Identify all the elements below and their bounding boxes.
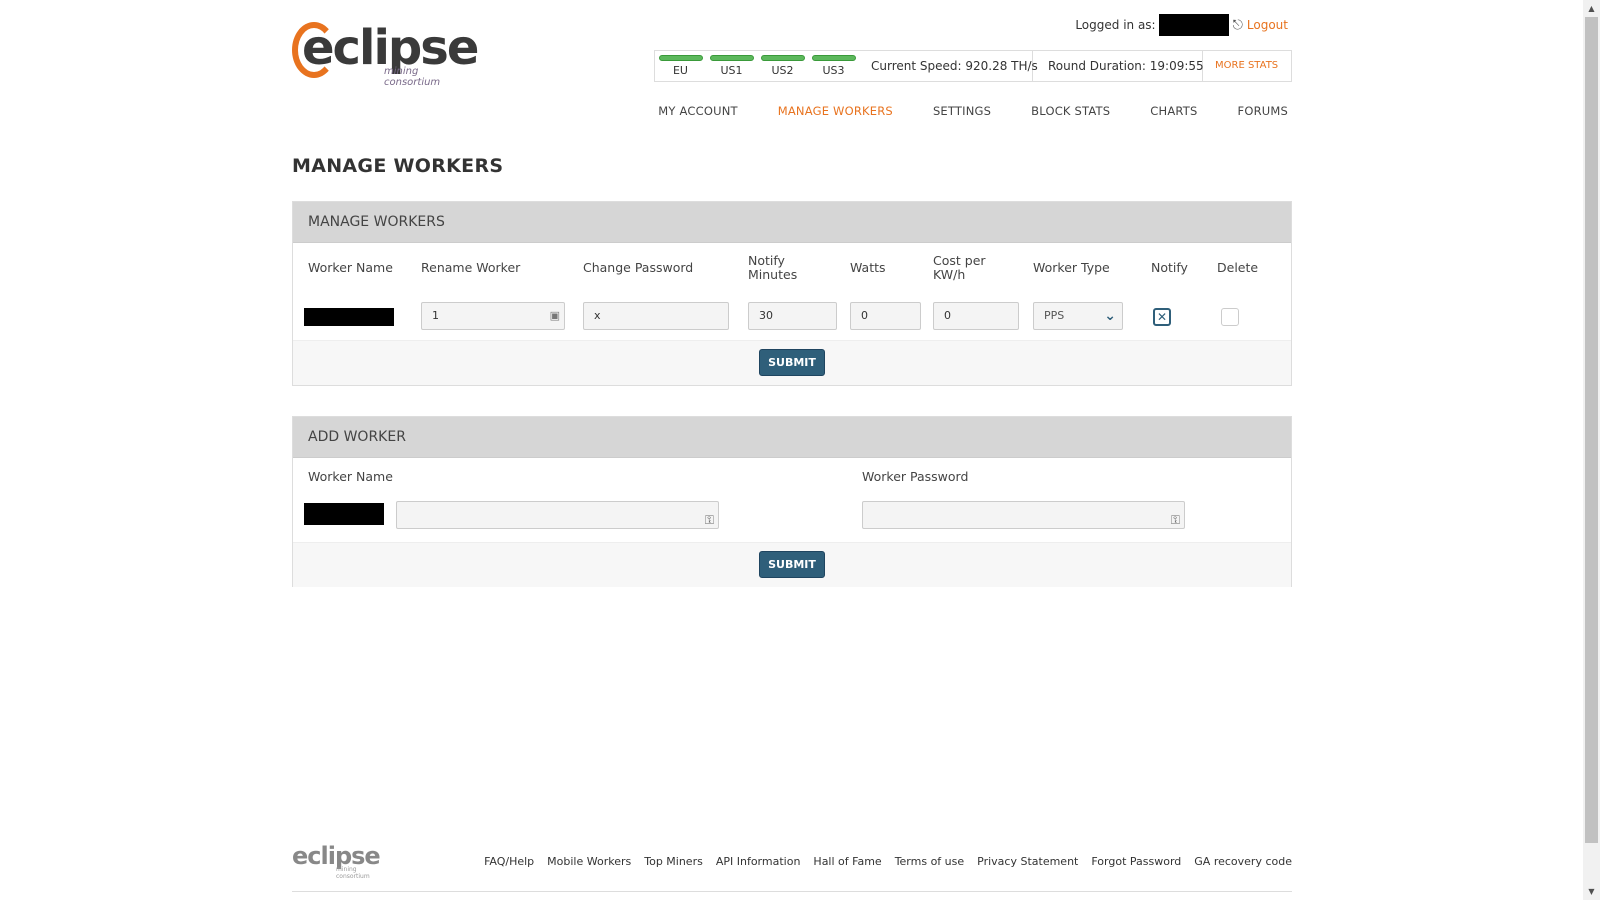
notify-minutes-input[interactable]: 30 xyxy=(748,302,837,330)
worker-type-value: PPS xyxy=(1044,309,1065,322)
main-nav: MY ACCOUNT MANAGE WORKERS SETTINGS BLOCK… xyxy=(618,104,1288,118)
round-duration: Round Duration: 19:09:55 xyxy=(1033,51,1204,81)
col-worker-password: Worker Password xyxy=(862,469,969,484)
scroll-up-icon[interactable]: ▲ xyxy=(1583,0,1600,17)
table-row: ⚿ ⚿ xyxy=(293,492,1291,542)
col-notify-minutes: Notify Minutes xyxy=(748,253,798,282)
notify-checkbox[interactable]: ✕ xyxy=(1153,308,1171,326)
footer-link-ga-recovery[interactable]: GA recovery code xyxy=(1194,855,1292,868)
watts-input[interactable]: 0 xyxy=(850,302,921,330)
footer-link-hall-of-fame[interactable]: Hall of Fame xyxy=(813,855,881,868)
col-notify: Notify xyxy=(1151,260,1188,275)
server-status-eu: EU xyxy=(655,51,706,81)
new-worker-password-input[interactable]: ⚿ xyxy=(862,501,1185,529)
footer-link-privacy[interactable]: Privacy Statement xyxy=(977,855,1078,868)
col-rename-worker: Rename Worker xyxy=(421,260,521,275)
chevron-down-icon: ⌄ xyxy=(1104,308,1116,324)
nav-block-stats[interactable]: BLOCK STATS xyxy=(1031,104,1110,118)
server-status-bar xyxy=(709,55,754,61)
page-title: MANAGE WORKERS xyxy=(292,155,504,177)
key-icon: ⚿ xyxy=(1170,513,1180,527)
server-name: US2 xyxy=(771,64,794,77)
server-status-bar xyxy=(811,55,856,61)
key-icon: ⚿ xyxy=(704,513,714,527)
rename-worker-input[interactable]: 1 ▣ xyxy=(421,302,565,330)
rename-worker-value: 1 xyxy=(432,309,439,322)
table-header: Worker Name Rename Worker Change Passwor… xyxy=(293,243,1291,293)
scroll-down-icon[interactable]: ▼ xyxy=(1583,883,1600,900)
manage-submit-button[interactable]: SUBMIT xyxy=(759,349,825,376)
nav-charts[interactable]: CHARTS xyxy=(1150,104,1197,118)
footer-divider xyxy=(292,891,1292,892)
footer-link-forgot-password[interactable]: Forgot Password xyxy=(1091,855,1181,868)
cost-per-kwh-input[interactable]: 0 xyxy=(933,302,1019,330)
site-logo[interactable]: eclipse mining consortium xyxy=(292,18,479,88)
col-change-password: Change Password xyxy=(583,260,694,275)
panel-footer: SUBMIT xyxy=(293,542,1291,587)
col-delete: Delete xyxy=(1217,260,1259,275)
col-worker-name: Worker Name xyxy=(308,260,393,275)
footer-link-mobile-workers[interactable]: Mobile Workers xyxy=(547,855,631,868)
footer-logo-tagline: mining consortium xyxy=(336,866,370,880)
footer-link-terms[interactable]: Terms of use xyxy=(895,855,964,868)
manage-workers-panel: MANAGE WORKERS Worker Name Rename Worker… xyxy=(292,201,1292,386)
stats-bar: EU US1 US2 US3 Current Speed: 920.28 TH/… xyxy=(654,50,1292,82)
redacted-username xyxy=(1158,14,1229,36)
col-worker-type: Worker Type xyxy=(1033,260,1110,275)
panel-title: MANAGE WORKERS xyxy=(293,202,1291,243)
current-speed: Current Speed: 920.28 TH/s xyxy=(859,51,1038,81)
nav-my-account[interactable]: MY ACCOUNT xyxy=(658,104,737,118)
logged-in-label: Logged in as: xyxy=(1075,18,1156,32)
col-cost-per-kwh: Cost per KW/h xyxy=(933,253,986,282)
logout-link[interactable]: Logout xyxy=(1247,18,1288,32)
footer-logo[interactable]: eclipse mining consortium xyxy=(292,842,381,880)
server-status-us2: US2 xyxy=(757,51,808,81)
more-stats-link[interactable]: MORE STATS xyxy=(1203,51,1278,81)
delete-checkbox[interactable] xyxy=(1221,308,1239,326)
server-status-bar xyxy=(658,55,703,61)
nav-manage-workers[interactable]: MANAGE WORKERS xyxy=(778,104,893,118)
footer-link-top-miners[interactable]: Top Miners xyxy=(644,855,703,868)
scrollbar-thumb[interactable] xyxy=(1585,17,1598,843)
table-header: Worker Name Worker Password xyxy=(293,458,1291,492)
logout-icon[interactable]: ⎋ xyxy=(1233,18,1243,33)
server-name: EU xyxy=(672,64,688,77)
server-status-us3: US3 xyxy=(808,51,859,81)
panel-title: ADD WORKER xyxy=(293,417,1291,458)
redacted-username-prefix xyxy=(304,503,384,525)
footer-link-faq[interactable]: FAQ/Help xyxy=(484,855,534,868)
logo-tagline: mining consortium xyxy=(384,66,441,88)
nav-settings[interactable]: SETTINGS xyxy=(933,104,991,118)
footer-links: FAQ/Help Mobile Workers Top Miners API I… xyxy=(471,855,1292,868)
login-status: Logged in as: ⎋ Logout xyxy=(1075,14,1288,36)
col-watts: Watts xyxy=(850,260,886,275)
server-status-us1: US1 xyxy=(706,51,757,81)
page-scrollbar[interactable]: ▲ ▼ xyxy=(1583,0,1600,900)
add-submit-button[interactable]: SUBMIT xyxy=(759,551,825,578)
footer-link-api-information[interactable]: API Information xyxy=(716,855,801,868)
change-password-input[interactable]: x xyxy=(583,302,729,330)
new-worker-name-input[interactable]: ⚿ xyxy=(396,501,719,529)
server-name: US3 xyxy=(822,64,845,77)
col-worker-name: Worker Name xyxy=(308,469,393,484)
table-row: 1 ▣ x 30 0 0 PPS ⌄ ✕ xyxy=(293,293,1291,340)
redacted-worker-name xyxy=(304,308,394,326)
worker-type-select[interactable]: PPS ⌄ xyxy=(1033,302,1123,330)
contact-card-icon: ▣ xyxy=(549,309,560,322)
add-worker-panel: ADD WORKER Worker Name Worker Password ⚿… xyxy=(292,416,1292,587)
server-name: US1 xyxy=(720,64,743,77)
panel-footer: SUBMIT xyxy=(293,340,1291,385)
server-status-bar xyxy=(760,55,805,61)
nav-forums[interactable]: FORUMS xyxy=(1238,104,1289,118)
